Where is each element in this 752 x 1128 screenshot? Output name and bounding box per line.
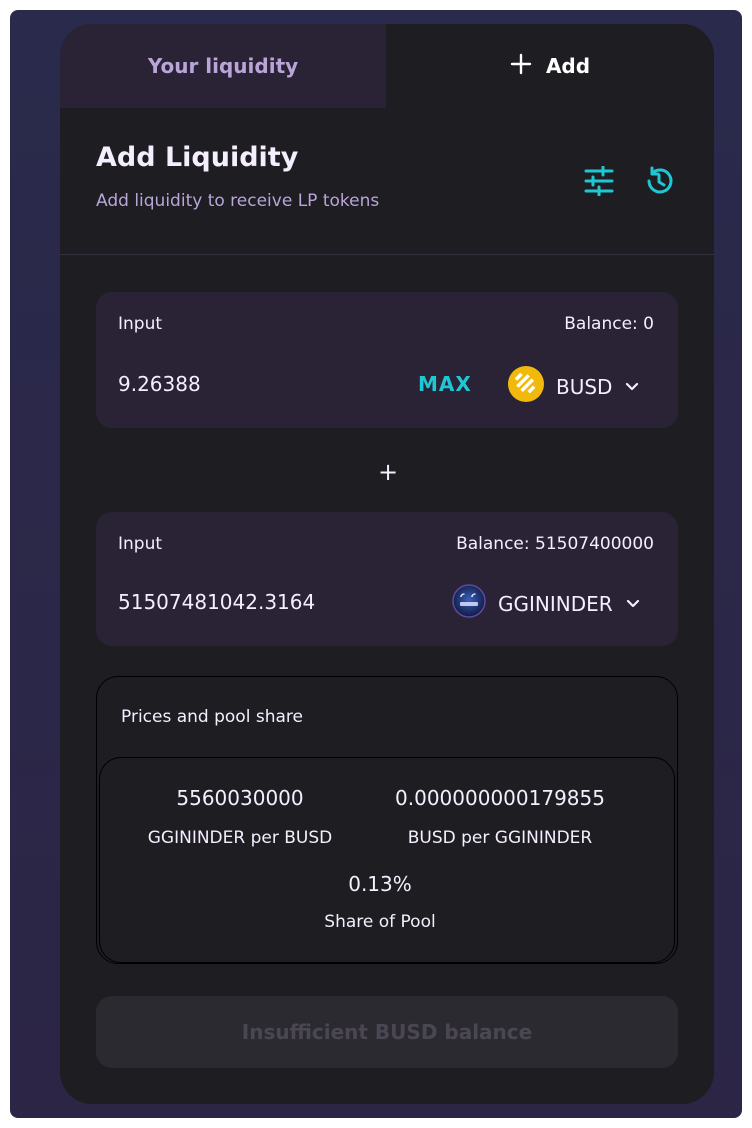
token-select-busd[interactable]: BUSD [508, 366, 640, 407]
prices-title: Prices and pool share [121, 707, 303, 727]
page-subtitle: Add liquidity to receive LP tokens [96, 191, 380, 211]
history-icon [643, 165, 675, 201]
token-symbol: BUSD [556, 374, 613, 399]
max-button[interactable]: MAX [418, 372, 472, 396]
input-label: Input [118, 314, 163, 334]
tab-your-liquidity[interactable]: Your liquidity [60, 24, 386, 108]
page-title: Add Liquidity [96, 142, 299, 173]
chevron-down-icon [624, 375, 640, 399]
share-value: 0.13% [348, 872, 412, 896]
balance-label: Balance: 51507400000 [456, 534, 654, 554]
settings-button[interactable] [582, 165, 616, 200]
rate-b-value: 0.000000000179855 [395, 786, 605, 810]
tab-add[interactable]: Add [386, 24, 714, 108]
busd-token-icon [508, 366, 544, 407]
chevron-down-icon [625, 592, 641, 616]
plus-icon [510, 53, 532, 80]
prices-stats: 5560030000 GGININDER per BUSD 0.00000000… [99, 757, 675, 963]
tab-add-label: Add [545, 54, 591, 78]
sliders-icon [583, 165, 615, 200]
header-divider [60, 254, 714, 255]
rate-a-label: GGININDER per BUSD [147, 828, 333, 848]
share-label: Share of Pool [324, 912, 436, 932]
liquidity-card: Your liquidity Add Add Liquidity Add liq… [60, 24, 714, 1104]
input-panel-busd: Input Balance: 0 9.26388 MAX BUSD [96, 292, 678, 428]
amount-input-busd[interactable]: 9.26388 [118, 372, 201, 396]
amount-input-gginder[interactable]: 51507481042.3164 [118, 590, 315, 614]
submit-button[interactable]: Insufficient BUSD balance [96, 996, 678, 1068]
input-label: Input [118, 534, 163, 554]
rate-a-value: 5560030000 [176, 786, 304, 810]
tab-your-liquidity-label: Your liquidity [147, 54, 299, 78]
token-symbol: GGININDER [498, 591, 613, 616]
balance-label: Balance: 0 [564, 314, 654, 334]
token-select-gginder[interactable]: GGININDER [452, 584, 641, 623]
plus-separator: + [378, 458, 399, 486]
rate-b-label: BUSD per GGININDER [407, 828, 593, 848]
history-button[interactable] [642, 166, 676, 200]
gginder-token-icon [452, 584, 486, 623]
input-panel-gginder: Input Balance: 51507400000 51507481042.3… [96, 512, 678, 646]
app-frame: Your liquidity Add Add Liquidity Add liq… [10, 10, 742, 1118]
prices-panel: Prices and pool share 5560030000 GGININD… [96, 676, 678, 964]
